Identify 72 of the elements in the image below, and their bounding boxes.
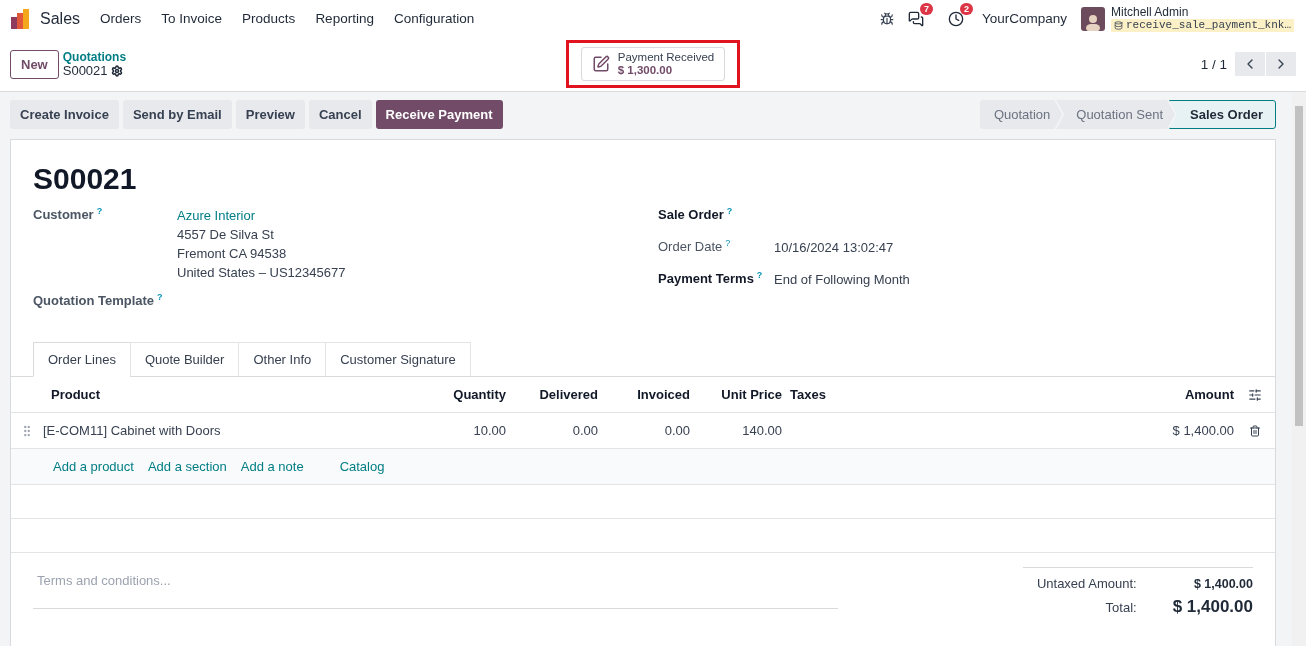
- field-label: Payment Terms $^{?}$: [658, 270, 764, 289]
- column-header[interactable]: Unit Price: [690, 387, 782, 403]
- action-button[interactable]: Create Invoice: [10, 100, 119, 129]
- smart-button-label: Payment Received: [617, 51, 715, 64]
- column-header[interactable]: Invoiced: [598, 387, 690, 403]
- breadcrumb-link[interactable]: Quotations: [62, 50, 127, 64]
- quantity-cell-text: 10.00: [472, 423, 506, 439]
- clock-icon[interactable]: [947, 10, 964, 27]
- company-name[interactable]: YourCompany: [981, 11, 1067, 26]
- address-line: Fremont CA 94538: [177, 245, 288, 263]
- order-title: S00021: [32, 161, 138, 197]
- total-label: Untaxed Amount:: [1035, 576, 1137, 592]
- user-avatar[interactable]: [1080, 6, 1105, 31]
- app-logo-icon: [10, 8, 30, 29]
- action-button[interactable]: Receive Payment: [375, 100, 503, 129]
- product-cell: [E-COM11] Cabinet with Doors: [43, 423, 221, 439]
- scrollbar[interactable]: [1292, 92, 1306, 646]
- settings-icon[interactable]: [110, 65, 123, 77]
- delivered-cell-text: 0.00: [571, 423, 598, 439]
- app-name[interactable]: Sales: [30, 9, 91, 28]
- delete-icon[interactable]: [1248, 424, 1261, 437]
- add-line-link[interactable]: Add a note: [240, 459, 304, 475]
- field-label: Customer $^{?}$: [33, 206, 104, 225]
- add-line-link[interactable]: Add a section: [147, 459, 227, 475]
- menu-item[interactable]: Products: [232, 11, 306, 26]
- field-value: 10/16/2024 13:02:47: [774, 239, 895, 257]
- new-button[interactable]: New: [10, 49, 59, 79]
- pager-text: 1 / 1: [1200, 56, 1227, 72]
- activity-count: 2: [959, 2, 973, 15]
- status-step[interactable]: Quotation: [979, 100, 1063, 129]
- column-header[interactable]: Delivered: [506, 387, 598, 403]
- user-name: Mitchell Admin: [1110, 5, 1190, 19]
- invoiced-cell-text: 0.00: [663, 423, 690, 439]
- message-count: 7: [919, 2, 933, 15]
- field-label: Sale Order $^{?}$: [658, 206, 734, 225]
- field-label: Quotation Template $^{?}$: [33, 292, 164, 309]
- bug-icon[interactable]: [879, 11, 894, 26]
- action-button[interactable]: Send by Email: [122, 100, 232, 129]
- record-name: S00021: [62, 64, 108, 78]
- database-badge: receive_sale_payment_knk…: [1110, 18, 1294, 32]
- amount-cell-text: $ 1,400.00: [1171, 423, 1234, 439]
- action-button[interactable]: Preview: [235, 100, 305, 129]
- field-value: End of Following Month: [774, 271, 911, 289]
- action-button[interactable]: Cancel: [308, 100, 372, 129]
- address-line: 4557 De Silva St: [177, 226, 275, 244]
- chat-icon[interactable]: [907, 10, 924, 27]
- add-line-link[interactable]: Add a product: [53, 459, 134, 475]
- status-step[interactable]: Quotation Sent: [1056, 100, 1175, 129]
- column-settings-icon[interactable]: [1247, 387, 1262, 402]
- column-header[interactable]: Product: [43, 387, 411, 403]
- menu-item[interactable]: Configuration: [383, 11, 485, 26]
- tab[interactable]: Quote Builder: [129, 342, 240, 378]
- menu-item[interactable]: Reporting: [305, 11, 384, 26]
- edit-icon: [591, 55, 610, 73]
- menu-item[interactable]: To Invoice: [151, 11, 233, 26]
- tab[interactable]: Order Lines: [33, 342, 131, 378]
- unit-price-cell-text: 140.00: [741, 423, 782, 439]
- column-header[interactable]: Taxes: [782, 387, 1114, 403]
- status-step[interactable]: Sales Order: [1169, 100, 1276, 129]
- customer-link[interactable]: Azure Interior: [177, 206, 658, 225]
- payment-received-button[interactable]: Payment Received $ 1,300.00: [580, 47, 726, 81]
- tab[interactable]: Customer Signature: [325, 342, 471, 378]
- total-value: $ 1,400.00: [1192, 577, 1253, 592]
- total-label: Total:: [1104, 600, 1137, 616]
- field-label: Order Date $^{?}$: [658, 238, 732, 257]
- column-header[interactable]: Quantity: [411, 387, 506, 403]
- menu-item[interactable]: Orders: [90, 11, 152, 26]
- add-line-link[interactable]: Catalog: [339, 459, 385, 475]
- address-line: United States – US12345677: [177, 264, 347, 282]
- total-value: $ 1,400.00: [1172, 597, 1253, 618]
- smart-button-value: $ 1,300.00: [617, 64, 673, 77]
- column-header[interactable]: Amount: [1114, 387, 1234, 403]
